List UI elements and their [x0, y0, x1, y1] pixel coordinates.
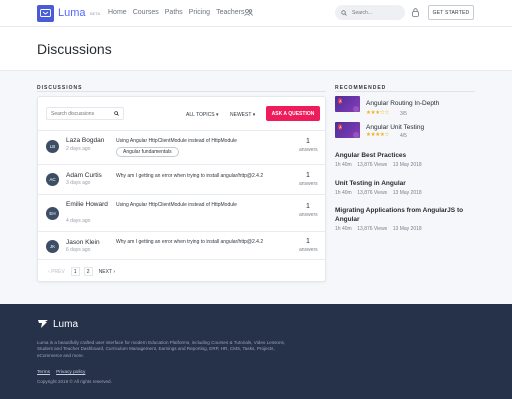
author-name[interactable]: Adam Curtis	[66, 172, 110, 180]
article-meta: 1h 40m 13,876 Views 13 May 2018	[335, 190, 422, 196]
footer-description: Luma is a beautifully crafted user inter…	[37, 340, 286, 358]
discussions-search	[46, 107, 124, 120]
author-name[interactable]: Emilie Howard	[66, 201, 110, 209]
avatar: JK	[46, 240, 59, 253]
answers-label: answers	[299, 147, 318, 153]
pagination: ‹ PREV 1 2 NEXT ›	[46, 267, 117, 276]
answer-count: 1	[306, 203, 310, 210]
footer-links: Terms Privacy policy	[37, 370, 85, 375]
discussions-card: ALL TOPICS ▾ NEWEST ▾ ASK A QUESTION LB …	[37, 96, 326, 282]
article-views: 13,876 Views	[357, 226, 388, 232]
article-meta: 1h 40m 13,876 Views 13 May 2018	[335, 162, 422, 168]
footer-brand: Luma	[53, 319, 79, 330]
caret-down-icon: ▾	[215, 112, 219, 118]
answer-count: 1	[306, 172, 310, 179]
search-icon[interactable]	[341, 9, 347, 16]
course-thumbnail[interactable]: A	[335, 96, 360, 112]
pagination-prev[interactable]: ‹ PREV	[46, 267, 67, 276]
article-duration: 1h 40m	[335, 162, 352, 168]
nav-links: Home Courses Paths Pricing Teachers	[108, 9, 244, 16]
nav-link-teachers[interactable]: Teachers	[216, 9, 244, 16]
post-time: 4 days ago	[66, 218, 91, 224]
discussion-row[interactable]: AC Adam Curtis 3 days ago Why am I getti…	[38, 165, 325, 195]
author-name[interactable]: Jason Klein	[66, 239, 110, 247]
article-meta: 1h 40m 13,876 Views 13 May 2018	[335, 226, 422, 232]
discussion-row[interactable]: LB Laza Bogdan 2 days ago Using Angular …	[38, 131, 325, 165]
luma-logo-icon[interactable]	[37, 5, 54, 22]
nav-link-pricing[interactable]: Pricing	[189, 9, 210, 16]
avatar: LB	[46, 140, 59, 153]
question-title[interactable]: Using Angular HttpClientModule instead o…	[116, 138, 312, 144]
chevron-left-icon: ‹	[48, 268, 50, 275]
article-title[interactable]: Angular Best Practices	[335, 152, 480, 161]
brand-name[interactable]: Luma	[58, 7, 86, 19]
course-title[interactable]: Angular Routing In-Depth	[366, 100, 439, 107]
beta-badge: BETA	[90, 11, 101, 16]
page-title: Discussions	[37, 41, 112, 57]
copyright: Copyright 2019 © All rights reserved.	[37, 379, 112, 384]
post-time: 6 days ago	[66, 247, 91, 253]
section-divider	[37, 91, 326, 92]
page-1[interactable]: 1	[70, 267, 80, 276]
article-duration: 1h 40m	[335, 226, 352, 232]
article-title[interactable]: Migrating Applications from AngularJS to…	[335, 207, 480, 224]
post-time: 2 days ago	[66, 146, 91, 152]
discussions-toolbar: ALL TOPICS ▾ NEWEST ▾ ASK A QUESTION	[38, 97, 325, 131]
next-label: NEXT	[98, 268, 113, 275]
article-date: 13 May 2018	[392, 226, 422, 232]
page-2[interactable]: 2	[83, 267, 93, 276]
answer-count: 1	[306, 238, 310, 245]
sort-label: NEWEST	[230, 112, 252, 118]
star-rating-icon: ★★★☆☆	[366, 110, 390, 116]
answers-label: answers	[299, 247, 318, 253]
article-date: 13 May 2018	[392, 190, 422, 196]
course-rating: 3/5	[400, 111, 407, 117]
caret-down-icon: ▾	[252, 112, 256, 118]
post-time: 3 days ago	[66, 180, 91, 186]
luma-logo-icon	[37, 319, 49, 331]
prev-label: PREV	[51, 268, 65, 275]
ask-question-button[interactable]: ASK A QUESTION	[266, 106, 320, 121]
lock-icon[interactable]	[412, 8, 419, 19]
avatar: EH	[46, 207, 59, 220]
chevron-right-icon: ›	[113, 268, 116, 275]
nav-link-paths[interactable]: Paths	[165, 9, 183, 16]
get-started-button[interactable]: GET STARTED	[428, 5, 474, 20]
question-title[interactable]: Using Angular HttpClientModule instead o…	[116, 202, 312, 208]
nav-link-courses[interactable]: Courses	[133, 9, 159, 16]
author-name[interactable]: Laza Bogdan	[66, 137, 110, 145]
article-views: 13,876 Views	[357, 190, 388, 196]
avatar: AC	[46, 173, 59, 186]
terms-link[interactable]: Terms	[37, 370, 50, 375]
pagination-next[interactable]: NEXT ›	[97, 267, 117, 276]
topics-filter-dropdown[interactable]: ALL TOPICS ▾	[186, 112, 218, 118]
article-title[interactable]: Unit Testing in Angular	[335, 180, 480, 189]
course-rating: 4/5	[400, 133, 407, 139]
star-rating-icon: ★★★★☆	[366, 132, 390, 138]
people-icon[interactable]	[244, 9, 253, 18]
discussions-search-input[interactable]	[51, 110, 111, 117]
course-thumbnail[interactable]: A	[335, 122, 360, 138]
sort-dropdown[interactable]: NEWEST ▾	[230, 112, 255, 118]
section-divider	[335, 91, 475, 92]
nav-link-home[interactable]: Home	[108, 9, 127, 16]
privacy-policy-link[interactable]: Privacy policy	[56, 370, 85, 375]
answers-label: answers	[299, 212, 318, 218]
header-search-input[interactable]	[352, 9, 400, 16]
question-title[interactable]: Why am I getting an error when trying to…	[116, 239, 312, 245]
answers-label: answers	[299, 181, 318, 187]
discussion-row[interactable]: JK Jason Klein 6 days ago Why am I getti…	[38, 232, 325, 260]
answer-count: 1	[306, 138, 310, 145]
discussion-row[interactable]: EH Emilie Howard 4 days ago Using Angula…	[38, 195, 325, 232]
topics-filter-label: ALL TOPICS	[186, 112, 215, 118]
article-duration: 1h 40m	[335, 190, 352, 196]
top-navbar: Luma BETA Home Courses Paths Pricing Tea…	[0, 0, 512, 27]
article-views: 13,876 Views	[357, 162, 388, 168]
question-title[interactable]: Why am I getting an error when trying to…	[116, 173, 312, 179]
course-title[interactable]: Angular Unit Testing	[366, 124, 424, 131]
article-date: 13 May 2018	[392, 162, 422, 168]
topic-tag[interactable]: Angular fundamentals	[116, 147, 179, 157]
header-search	[335, 5, 405, 20]
search-icon[interactable]	[114, 111, 119, 116]
